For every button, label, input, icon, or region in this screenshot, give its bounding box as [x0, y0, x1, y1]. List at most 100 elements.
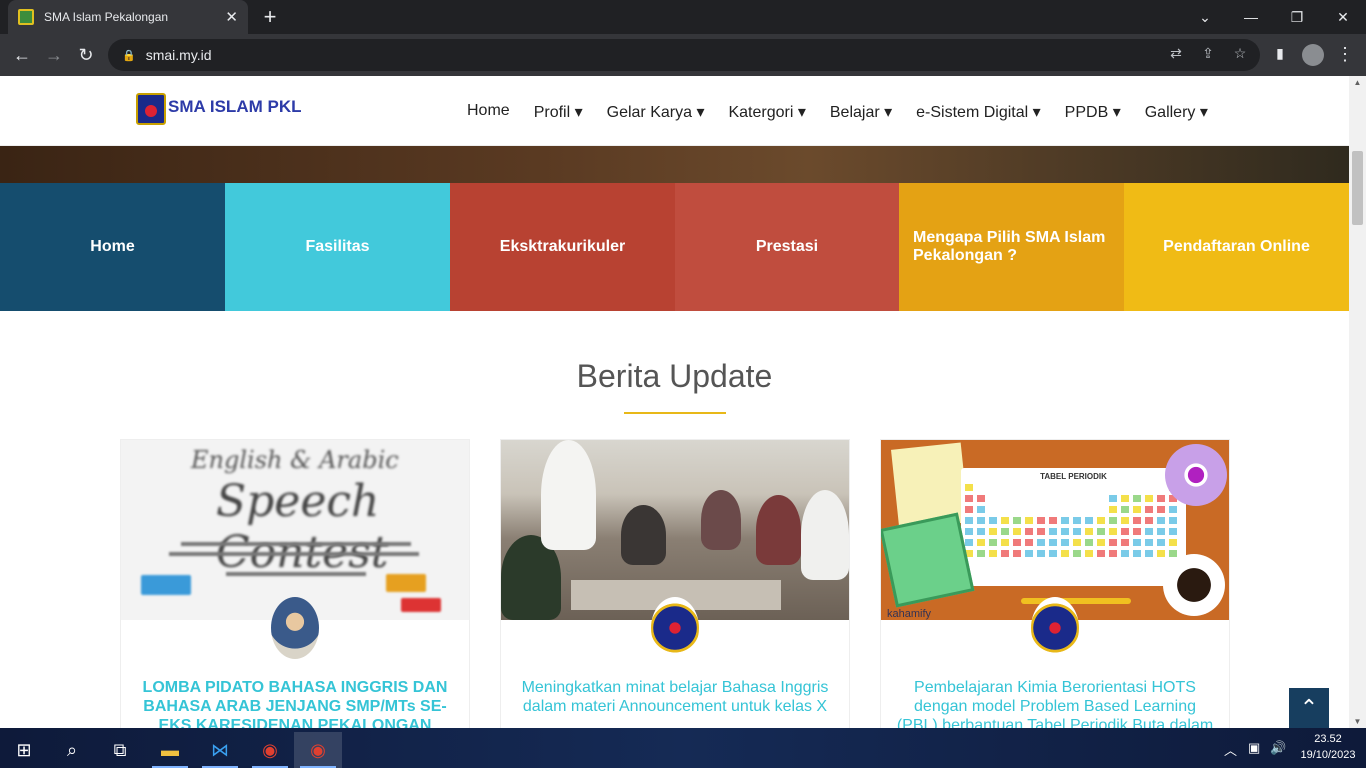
periodic-cell — [1157, 528, 1165, 535]
menu-kategori[interactable]: Katergori ▾ — [728, 102, 805, 122]
menu-gelar-karya[interactable]: Gelar Karya ▾ — [607, 102, 705, 122]
scroll-down-arrow-icon[interactable]: ▼ — [1349, 717, 1366, 726]
feature-tiles: Home Fasilitas Eksktrakurikuler Prestasi… — [0, 183, 1349, 311]
back-arrow-icon[interactable]: ← — [10, 43, 34, 67]
volume-icon[interactable]: 🔊 — [1270, 740, 1286, 756]
close-window-button[interactable]: ✕ — [1320, 0, 1366, 34]
vscode-icon[interactable]: ⋈ — [196, 732, 244, 768]
chrome-icon[interactable]: ◉ — [246, 732, 294, 768]
periodic-cell — [965, 506, 973, 513]
menu-belajar[interactable]: Belajar ▾ — [830, 102, 892, 122]
profile-avatar[interactable] — [1302, 44, 1324, 66]
periodic-cell — [1025, 550, 1033, 557]
news-card-title[interactable]: LOMBA PIDATO BAHASA INGGRIS DAN BAHASA A… — [121, 678, 469, 728]
tab-search-button[interactable]: ⌄ — [1182, 0, 1228, 34]
periodic-cell — [1013, 539, 1021, 546]
periodic-cell — [1109, 539, 1117, 546]
browser-tab[interactable]: SMA Islam Pekalongan ✕ — [8, 0, 248, 34]
news-card-image[interactable]: TABEL PERIODIK kahamify — [881, 440, 1229, 620]
periodic-cell — [1037, 550, 1045, 557]
site-brand[interactable]: SMA ISLAM PKL — [168, 97, 301, 117]
periodic-cell — [989, 517, 997, 524]
periodic-cell — [1109, 506, 1117, 513]
file-explorer-icon[interactable]: ▬ — [146, 732, 194, 768]
periodic-cell — [1109, 550, 1117, 557]
clock-time: 23.52 — [1314, 733, 1342, 745]
periodic-cell — [1073, 528, 1081, 535]
periodic-cell — [1001, 517, 1009, 524]
periodic-cell — [1025, 517, 1033, 524]
taskbar-clock[interactable]: 23.52 19/10/2023 — [1296, 731, 1360, 763]
menu-profil[interactable]: Profil ▾ — [534, 102, 583, 122]
restore-button[interactable]: ❐ — [1274, 0, 1320, 34]
periodic-table-title: TABEL PERIODIK — [1040, 472, 1107, 481]
tray-chevron-icon[interactable]: ︿ — [1224, 740, 1237, 759]
periodic-cell — [1157, 506, 1165, 513]
periodic-cell — [1157, 517, 1165, 524]
menu-e-sistem-digital[interactable]: e-Sistem Digital ▾ — [916, 102, 1041, 122]
periodic-cell — [1121, 550, 1129, 557]
periodic-cell — [1145, 506, 1153, 513]
forward-arrow-icon[interactable]: → — [42, 43, 66, 67]
clock-date: 19/10/2023 — [1300, 749, 1356, 761]
image-badge-shape — [386, 574, 426, 592]
news-card-image[interactable] — [501, 440, 849, 620]
share-icon[interactable]: ⇪ — [1198, 45, 1218, 65]
back-to-top-button[interactable]: ⌃ — [1289, 688, 1329, 728]
browser-tab-strip: SMA Islam Pekalongan ✕ + ⌄ — ❐ ✕ — [0, 0, 1366, 34]
image-figure — [621, 505, 666, 565]
school-logo[interactable] — [136, 93, 166, 125]
side-panel-icon[interactable]: ▮ — [1270, 45, 1290, 65]
tile-ekstrakurikuler[interactable]: Eksktrakurikuler — [450, 183, 675, 311]
school-logo-avatar — [1031, 597, 1079, 659]
tile-prestasi[interactable]: Prestasi — [675, 183, 899, 311]
periodic-cell — [1133, 550, 1141, 557]
periodic-cell — [1157, 550, 1165, 557]
news-card[interactable]: Meningkatkan minat belajar Bahasa Inggri… — [500, 439, 850, 728]
periodic-cell — [1097, 539, 1105, 546]
new-tab-button[interactable]: + — [258, 4, 282, 30]
scrollbar-thumb[interactable] — [1352, 151, 1363, 225]
image-text-bar — [181, 542, 411, 546]
menu-home[interactable]: Home — [467, 102, 510, 122]
periodic-cell — [1169, 528, 1177, 535]
translate-icon[interactable]: ⇄ — [1166, 45, 1186, 65]
periodic-cell — [1121, 506, 1129, 513]
news-card[interactable]: English & Arabic Speech Contest LOMBA PI… — [120, 439, 470, 728]
periodic-cell — [1157, 495, 1165, 502]
task-view-icon[interactable]: ⧉ — [96, 732, 144, 768]
image-text-bar — [226, 572, 366, 576]
browser-toolbar: ← → ↻ 🔒 smai.my.id ⇄ ⇪ ☆ ▮ ⋮ — [0, 34, 1366, 76]
browser-menu-icon[interactable]: ⋮ — [1336, 44, 1354, 65]
periodic-cell — [1133, 506, 1141, 513]
windows-start-icon[interactable]: ⊞ — [0, 732, 48, 768]
tile-pendaftaran-online[interactable]: Pendaftaran Online — [1124, 183, 1349, 311]
tab-close-icon[interactable]: ✕ — [225, 8, 238, 26]
meet-now-icon[interactable]: ▣ — [1248, 740, 1260, 756]
periodic-cell — [1169, 506, 1177, 513]
periodic-cell — [965, 539, 973, 546]
address-bar[interactable]: 🔒 smai.my.id — [108, 39, 1260, 71]
news-card-title[interactable]: Meningkatkan minat belajar Bahasa Inggri… — [501, 678, 849, 716]
search-icon[interactable]: ⌕ — [48, 732, 96, 768]
news-card-image[interactable]: English & Arabic Speech Contest — [121, 440, 469, 620]
image-badge-shape — [401, 598, 441, 612]
periodic-cell — [1133, 539, 1141, 546]
image-watermark: kahamify — [887, 608, 932, 620]
menu-gallery[interactable]: Gallery ▾ — [1145, 102, 1208, 122]
reload-icon[interactable]: ↻ — [74, 43, 98, 67]
tile-fasilitas[interactable]: Fasilitas — [225, 183, 450, 311]
page-scrollbar[interactable]: ▲ ▼ — [1349, 76, 1366, 728]
tile-home[interactable]: Home — [0, 183, 225, 311]
minimize-button[interactable]: — — [1228, 0, 1274, 34]
tile-mengapa-pilih[interactable]: Mengapa Pilih SMA Islam Pekalongan ? — [899, 183, 1124, 311]
periodic-cell — [1049, 517, 1057, 524]
periodic-cell — [1133, 495, 1141, 502]
chrome-icon-active[interactable]: ◉ — [294, 732, 342, 768]
scroll-up-arrow-icon[interactable]: ▲ — [1349, 78, 1366, 87]
news-card-title[interactable]: Pembelajaran Kimia Berorientasi HOTS den… — [881, 678, 1229, 728]
bookmark-star-icon[interactable]: ☆ — [1230, 45, 1250, 65]
periodic-cell — [1121, 539, 1129, 546]
menu-ppdb[interactable]: PPDB ▾ — [1065, 102, 1121, 122]
news-card[interactable]: TABEL PERIODIK kahamify Pembelajaran Kim… — [880, 439, 1230, 728]
